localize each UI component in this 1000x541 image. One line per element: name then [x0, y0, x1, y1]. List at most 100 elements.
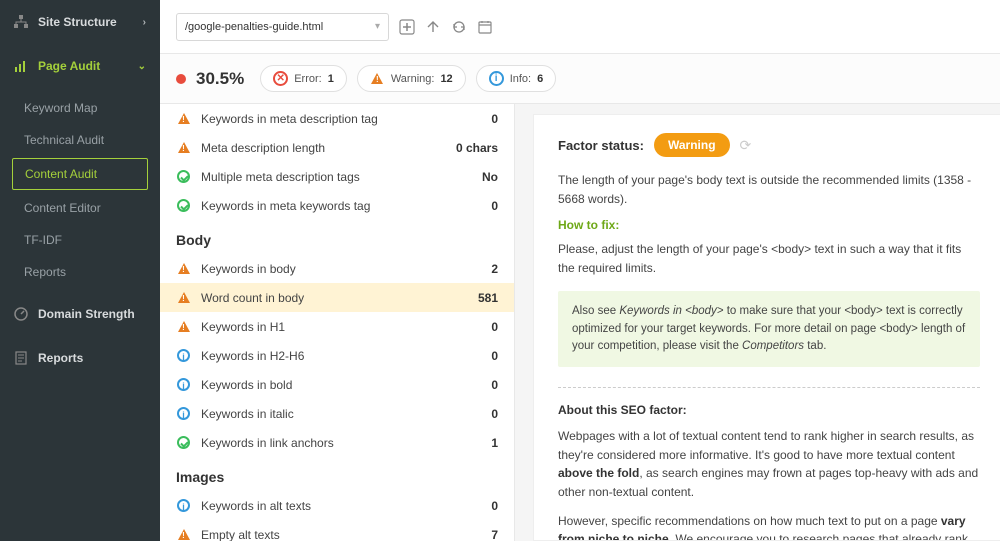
factor-value: 0 [491, 378, 498, 392]
factor-label: Keywords in H2-H6 [201, 349, 304, 363]
factor-list: Keywords in meta description tag 0 Meta de… [160, 104, 515, 541]
chevron-down-icon: ⌄ [138, 61, 146, 72]
how-to-fix-text: Please, adjust the length of your page's… [558, 240, 980, 277]
warning-count: 12 [440, 73, 452, 85]
factor-label: Keywords in bold [201, 378, 292, 392]
error-icon: ✕ [273, 71, 288, 86]
sub-reports[interactable]: Reports [0, 256, 160, 288]
sub-technical-audit[interactable]: Technical Audit [0, 124, 160, 156]
info-pill[interactable]: i Info: 6 [476, 65, 557, 92]
warning-icon [176, 527, 191, 541]
nav-domain-strength[interactable]: Domain Strength [0, 292, 160, 336]
sub-content-editor[interactable]: Content Editor [0, 192, 160, 224]
warning-icon [176, 140, 191, 155]
factor-value: 7 [491, 528, 498, 541]
how-to-fix-heading: How to fix: [558, 218, 980, 232]
sub-tf-idf[interactable]: TF-IDF [0, 224, 160, 256]
factor-value: 0 [491, 407, 498, 421]
note-box: Also see Keywords in <body> to make sure… [558, 291, 980, 367]
about-heading: About this SEO factor: [558, 403, 980, 417]
factor-value: 0 [491, 320, 498, 334]
schedule-icon[interactable] [477, 19, 493, 35]
warning-icon [176, 261, 191, 276]
section-body: Body [160, 220, 514, 254]
factor-row[interactable]: iKeywords in H2-H60 [160, 341, 514, 370]
factor-detail: Factor status: Warning ⟳ The length of y… [533, 114, 1000, 541]
nav-label: Site Structure [38, 15, 117, 29]
factor-label: Keywords in meta keywords tag [201, 199, 370, 213]
factor-label: Keywords in link anchors [201, 436, 334, 450]
topbar: /google-penalties-guide.html ▾ [160, 0, 1000, 54]
info-icon: i [176, 406, 191, 421]
ok-icon [176, 198, 191, 213]
factor-value: 0 [491, 499, 498, 513]
warning-icon [176, 290, 191, 305]
factor-row[interactable]: i Keywords in italic 0 [160, 399, 514, 428]
share-icon[interactable] [425, 19, 441, 35]
factor-row[interactable]: i Keywords in alt texts 0 [160, 491, 514, 520]
info-count: 6 [537, 73, 543, 85]
factor-value: 1 [491, 436, 498, 450]
factor-label: Meta description length [201, 141, 325, 155]
page-audit-submenu: Keyword Map Technical Audit Content Audi… [0, 88, 160, 292]
factor-summary: The length of your page's body text is o… [558, 171, 980, 208]
ok-icon [176, 435, 191, 450]
factor-value: 2 [491, 262, 498, 276]
factor-row[interactable]: Empty alt texts 7 [160, 520, 514, 541]
sub-content-audit[interactable]: Content Audit [12, 158, 148, 190]
reload-icon[interactable]: ⟳ [740, 137, 752, 154]
warning-icon [370, 71, 385, 86]
factor-label: Keywords in H1 [201, 320, 285, 334]
factor-row[interactable]: Keywords in body 2 [160, 254, 514, 283]
dropdown-icon: ▾ [375, 21, 380, 32]
audit-icon [14, 59, 28, 73]
factor-row[interactable]: Multiple meta description tagsNo [160, 162, 514, 191]
factor-row[interactable]: Keywords in meta description tag 0 [160, 104, 514, 133]
score-value: 30.5% [196, 69, 244, 89]
nav-site-structure[interactable]: Site Structure › [0, 0, 160, 44]
scorebar: 30.5% ✕ Error: 1 Warning: 12 i Info: 6 [160, 54, 1000, 104]
warning-icon [176, 111, 191, 126]
factor-value: 0 [491, 112, 498, 126]
status-badge: Warning [654, 133, 730, 157]
factor-row[interactable]: Keywords in meta keywords tag0 [160, 191, 514, 220]
nav-label: Domain Strength [38, 307, 135, 321]
nav-label: Reports [38, 351, 83, 365]
factor-value: No [482, 170, 498, 184]
error-label: Error: [294, 73, 322, 85]
divider [558, 387, 980, 388]
info-icon: i [489, 71, 504, 86]
factor-label: Keywords in meta description tag [201, 112, 378, 126]
section-images: Images [160, 457, 514, 491]
score-indicator-icon [176, 74, 186, 84]
factor-value: 581 [478, 291, 498, 305]
factor-label: Keywords in italic [201, 407, 294, 421]
refresh-icon[interactable] [451, 19, 467, 35]
nav-page-audit[interactable]: Page Audit ⌄ [0, 44, 160, 88]
sub-keyword-map[interactable]: Keyword Map [0, 92, 160, 124]
url-selector[interactable]: /google-penalties-guide.html ▾ [176, 13, 389, 41]
add-icon[interactable] [399, 19, 415, 35]
factor-label: Keywords in alt texts [201, 499, 311, 513]
factor-label: Keywords in body [201, 262, 296, 276]
chevron-right-icon: › [143, 17, 146, 28]
ok-icon [176, 169, 191, 184]
info-icon: i [176, 498, 191, 513]
error-pill[interactable]: ✕ Error: 1 [260, 65, 347, 92]
info-icon: i [176, 348, 191, 363]
factor-label: Empty alt texts [201, 528, 280, 541]
factor-row[interactable]: i Keywords in bold 0 [160, 370, 514, 399]
nav-label: Page Audit [38, 59, 100, 73]
factor-row[interactable]: Word count in body581 [160, 283, 514, 312]
factor-row[interactable]: Keywords in H1 0 [160, 312, 514, 341]
nav-reports[interactable]: Reports [0, 336, 160, 380]
document-icon [14, 351, 28, 365]
warning-pill[interactable]: Warning: 12 [357, 65, 466, 92]
factor-row[interactable]: Keywords in link anchors 1 [160, 428, 514, 457]
error-count: 1 [328, 73, 334, 85]
info-icon: i [176, 377, 191, 392]
sitemap-icon [14, 15, 28, 29]
url-value: /google-penalties-guide.html [185, 21, 323, 33]
about-paragraph-1: Webpages with a lot of textual content t… [558, 427, 980, 501]
factor-row[interactable]: Meta description length0 chars [160, 133, 514, 162]
